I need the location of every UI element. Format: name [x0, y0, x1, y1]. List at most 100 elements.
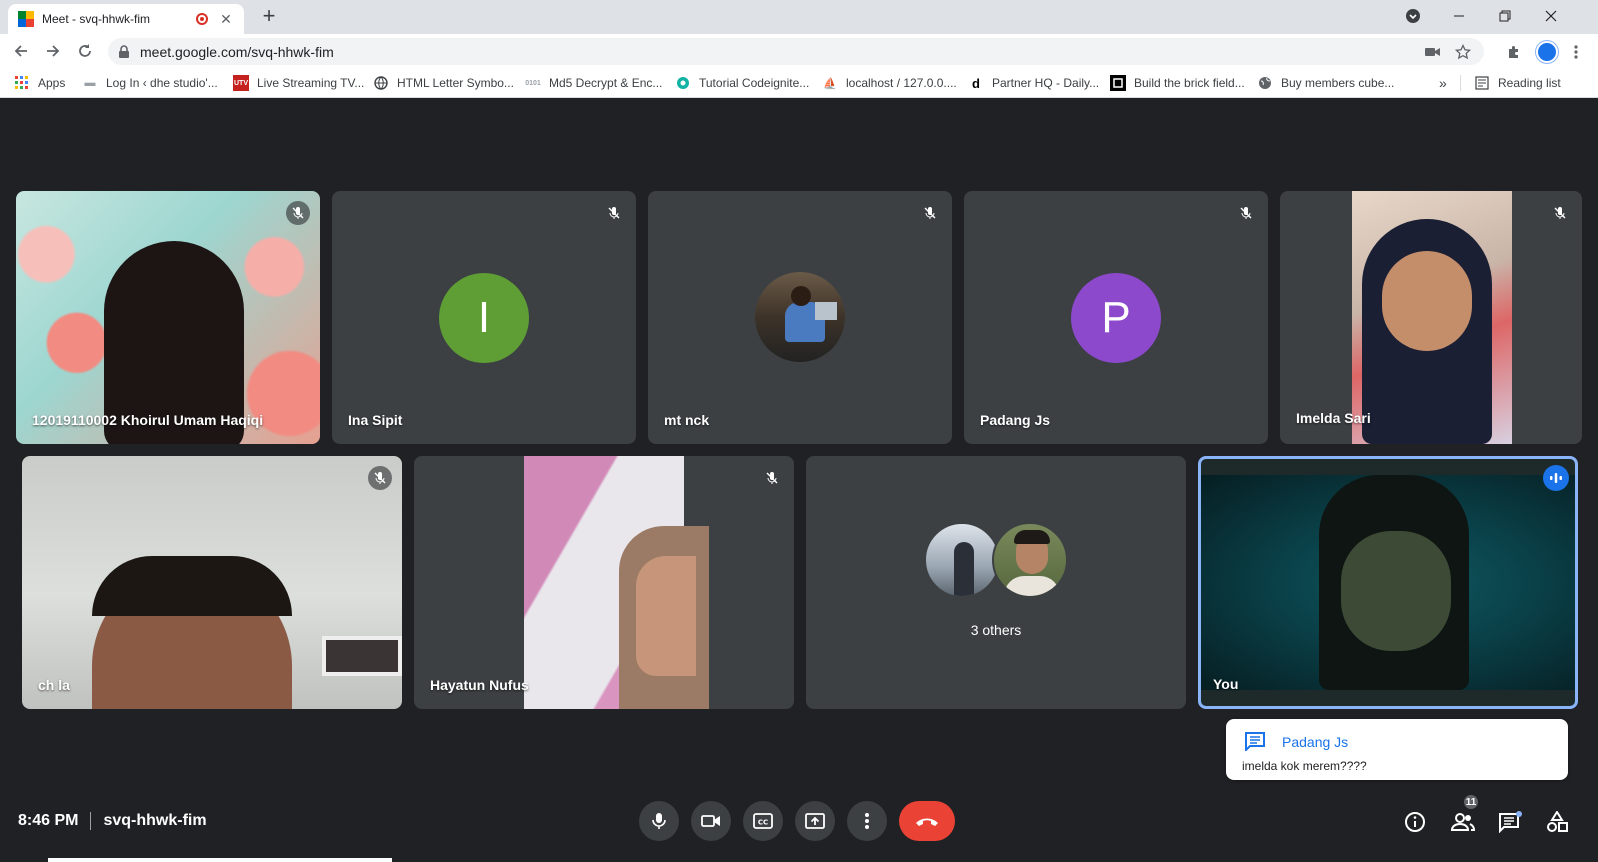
hang-up-phone-icon: [916, 818, 938, 826]
participant-tile[interactable]: ch la: [22, 456, 402, 709]
address-bar[interactable]: meet.google.com/svq-hhwk-fim: [108, 38, 1484, 65]
bookmark-star-icon[interactable]: [1452, 42, 1474, 62]
codeigniter-favicon-icon: [675, 75, 691, 91]
more-options-icon: [865, 813, 869, 829]
extensions-puzzle-icon[interactable]: [1504, 42, 1524, 62]
participant-tile[interactable]: Hayatun Nufus: [414, 456, 794, 709]
globe-icon: [373, 75, 389, 91]
participant-tile[interactable]: mt nck: [648, 191, 952, 444]
bookmark-label: Buy members cube...: [1281, 76, 1395, 90]
meet-control-bar: 8:46 PM svq-hhwk-fim CC 11: [0, 784, 1598, 862]
participant-name: 12019110002 Khoirul Umam Haqiqi: [32, 412, 264, 428]
bookmark-members-cube[interactable]: Buy members cube...: [1257, 75, 1394, 91]
participants-button[interactable]: [1449, 808, 1477, 836]
camera-button[interactable]: [691, 801, 731, 841]
bookmark-label: Reading list: [1498, 76, 1561, 90]
participant-tile[interactable]: P Padang Js: [964, 191, 1268, 444]
phpmyadmin-favicon-icon: ⛵: [823, 77, 837, 90]
reading-list-button[interactable]: Reading list: [1474, 75, 1561, 91]
reload-button[interactable]: [72, 39, 98, 63]
bookmark-codeigniter[interactable]: Tutorial Codeignite...: [675, 75, 809, 91]
bookmarks-bar: Apps ▬ Log In ‹ dhe studio'... UTV Live …: [0, 68, 1598, 98]
self-view-tile[interactable]: You: [1198, 456, 1578, 709]
bookmark-label: Apps: [38, 76, 66, 90]
bookmark-brick-field[interactable]: Build the brick field...: [1110, 75, 1245, 91]
forward-button[interactable]: [40, 39, 66, 63]
bookmark-label: Live Streaming TV...: [257, 76, 365, 90]
profile-avatar[interactable]: [1536, 41, 1558, 63]
chat-message: imelda kok merem????: [1242, 759, 1367, 773]
recording-indicator-icon: [196, 13, 208, 25]
bookmark-label: Md5 Decrypt & Enc...: [549, 76, 663, 90]
chat-notification[interactable]: Padang Js imelda kok merem????: [1226, 719, 1568, 780]
bookmark-label: HTML Letter Symbo...: [397, 76, 514, 90]
tab-close-icon[interactable]: ✕: [218, 11, 234, 28]
mic-off-icon: [602, 201, 626, 225]
participant-video: [1352, 191, 1512, 444]
maximize-window-button[interactable]: [1482, 0, 1528, 32]
participant-hair: [92, 556, 292, 616]
present-screen-icon: [805, 813, 825, 829]
lock-icon: [118, 45, 130, 58]
others-tile[interactable]: 3 others: [806, 456, 1186, 709]
reading-list-icon: [1474, 75, 1490, 91]
participant-name: mt nck: [664, 412, 710, 428]
participant-name: Padang Js: [980, 412, 1051, 428]
mic-off-icon: [368, 466, 392, 490]
bookmark-label: localhost / 127.0.0....: [846, 76, 957, 90]
people-icon: [1451, 813, 1475, 831]
info-icon: [1405, 812, 1425, 832]
participant-name: Hayatun Nufus: [430, 677, 529, 693]
participant-tile[interactable]: 12019110002 Khoirul Umam Haqiqi: [16, 191, 320, 444]
meeting-details-button[interactable]: [1401, 808, 1429, 836]
others-count-label: 3 others: [970, 622, 1022, 638]
present-screen-button[interactable]: [795, 801, 835, 841]
bookmark-partner-hq[interactable]: d Partner HQ - Daily...: [968, 75, 1099, 91]
mic-off-icon: [286, 201, 310, 225]
more-options-button[interactable]: [847, 801, 887, 841]
avatar: P: [1071, 272, 1161, 363]
captions-button[interactable]: CC: [743, 801, 783, 841]
page-favicon-icon: ▬: [84, 77, 96, 89]
bookmark-label: Partner HQ - Daily...: [992, 76, 1100, 90]
dailymotion-favicon-icon: d: [972, 75, 980, 91]
google-meet-favicon-icon: [18, 11, 34, 27]
leave-call-button[interactable]: [899, 801, 955, 841]
closed-captions-icon: CC: [753, 813, 773, 829]
chat-button[interactable]: [1496, 808, 1524, 836]
bookmark-apps[interactable]: Apps: [14, 75, 65, 91]
browser-toolbar: meet.google.com/svq-hhwk-fim: [0, 34, 1598, 68]
more-bookmarks-button[interactable]: »: [1439, 75, 1447, 91]
browser-menu-icon[interactable]: [1566, 42, 1586, 62]
avatar: [755, 272, 845, 362]
participant-name: Ina Sipit: [348, 412, 403, 428]
chat-icon: [1499, 811, 1522, 833]
bookmark-label: Tutorial Codeignite...: [699, 76, 810, 90]
avatar: [992, 522, 1068, 598]
browser-tab-meet[interactable]: Meet - svq-hhwk-fim ✕: [8, 4, 244, 34]
activities-button[interactable]: [1543, 808, 1571, 836]
speaking-indicator-icon: [1543, 465, 1569, 491]
bookmark-label: Log In ‹ dhe studio'...: [106, 76, 218, 90]
useetv-favicon-icon: UTV: [233, 75, 249, 91]
bookmark-dhe-studio[interactable]: ▬ Log In ‹ dhe studio'...: [82, 75, 218, 91]
meeting-time: 8:46 PM: [18, 812, 79, 829]
video-window-frame: [322, 636, 402, 676]
participant-tile[interactable]: I Ina Sipit: [332, 191, 636, 444]
avatar: I: [439, 272, 529, 363]
back-button[interactable]: [8, 39, 34, 63]
bookmark-label: Build the brick field...: [1134, 76, 1245, 90]
bookmark-live-streaming[interactable]: UTV Live Streaming TV...: [233, 75, 364, 91]
microphone-button[interactable]: [639, 801, 679, 841]
participant-video: [524, 456, 709, 709]
bookmark-localhost[interactable]: ⛵ localhost / 127.0.0....: [822, 75, 957, 91]
bookmark-md5[interactable]: 0101 Md5 Decrypt & Enc...: [525, 75, 662, 91]
new-tab-button[interactable]: +: [258, 5, 280, 27]
camera-in-use-icon[interactable]: [1422, 42, 1444, 62]
avatar: [924, 522, 1000, 598]
close-window-button[interactable]: [1528, 0, 1574, 32]
tab-search-button[interactable]: [1390, 0, 1436, 32]
participant-tile[interactable]: Imelda Sari: [1280, 191, 1582, 444]
minimize-window-button[interactable]: [1436, 0, 1482, 32]
bookmark-html-letter[interactable]: HTML Letter Symbo...: [373, 75, 514, 91]
